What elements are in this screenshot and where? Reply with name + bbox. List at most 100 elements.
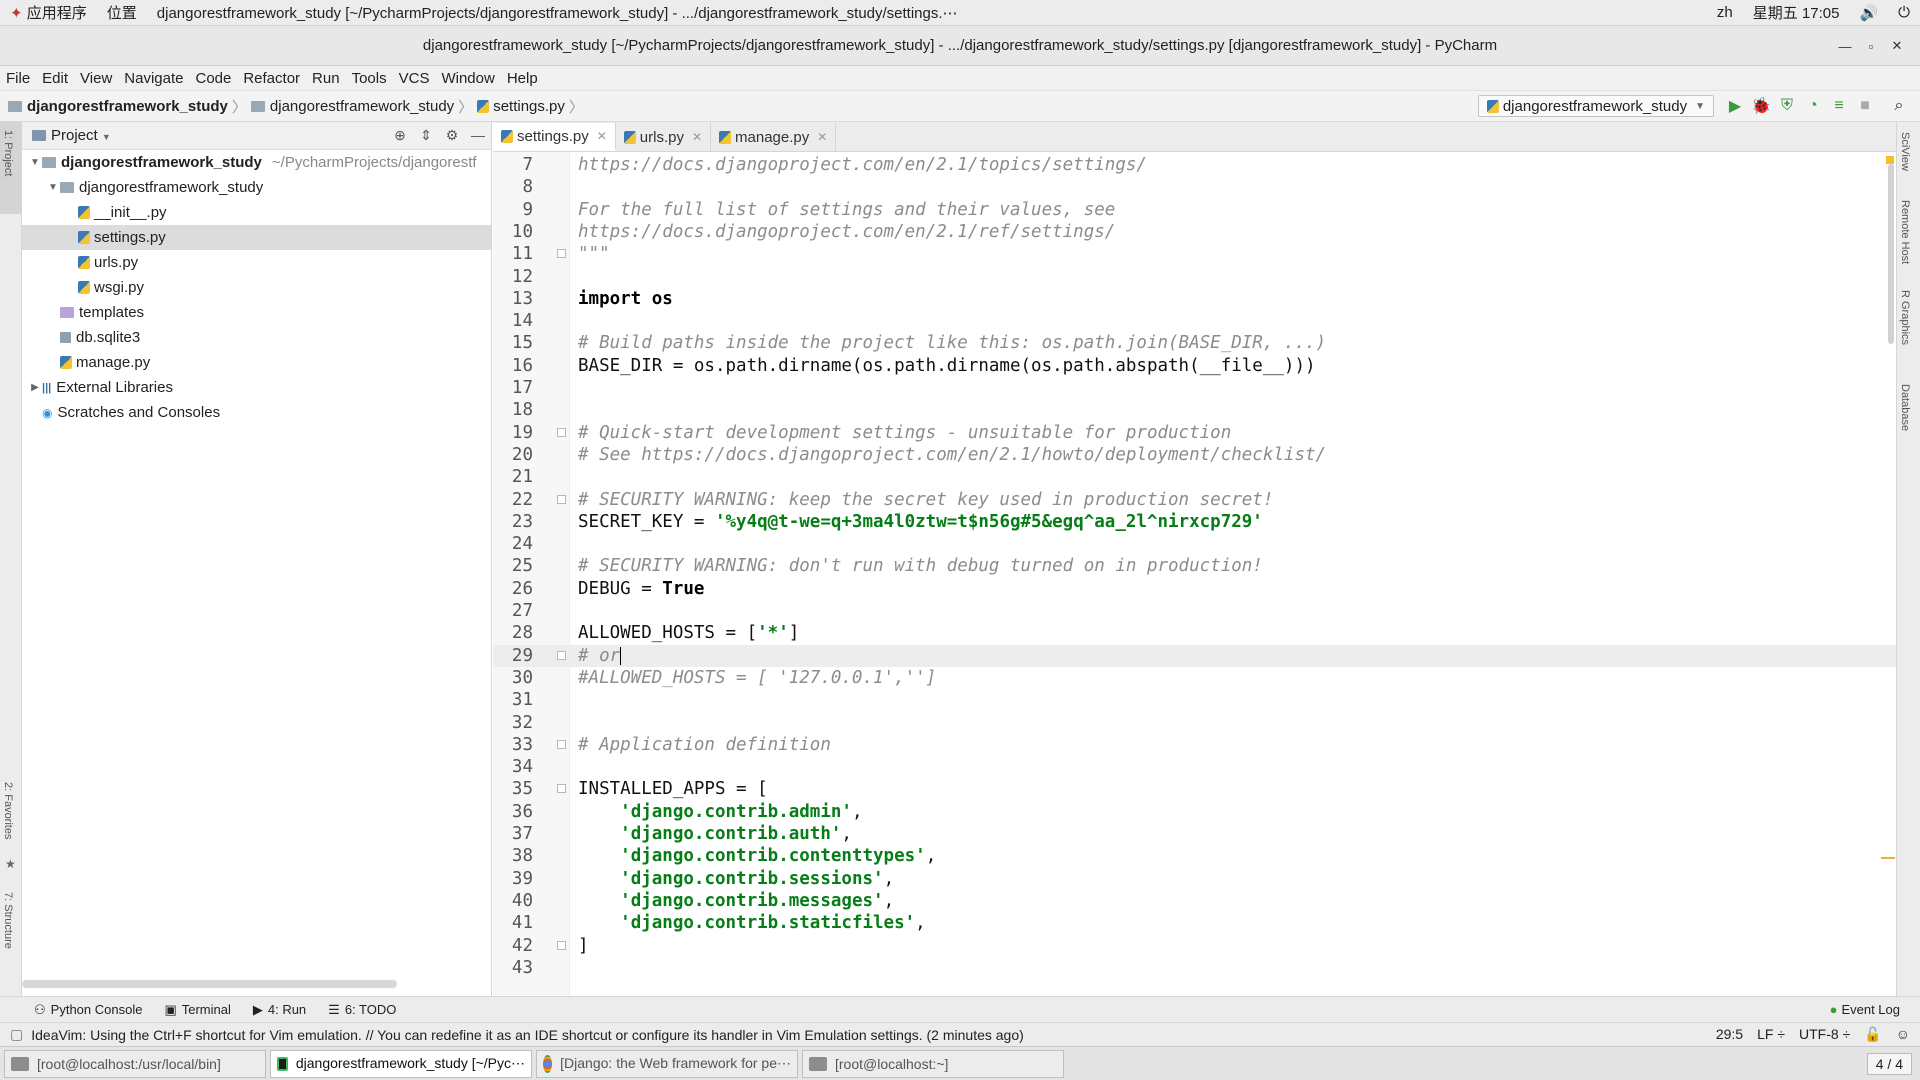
tree-item[interactable]: templates xyxy=(22,300,491,325)
profile-icon[interactable]: ◔ xyxy=(1800,97,1826,115)
code-line[interactable]: 7 https://docs.djangoproject.com/en/2.1/t… xyxy=(493,154,1896,176)
breadcrumb-root[interactable]: djangorestframework_study xyxy=(27,98,228,115)
code-line[interactable]: 16 BASE_DIR = os.path.dirname(os.path.dir… xyxy=(493,355,1896,377)
breadcrumb-folder[interactable]: djangorestframework_study xyxy=(270,98,454,115)
input-language[interactable]: zh xyxy=(1707,4,1743,21)
code-line[interactable]: 21 xyxy=(493,466,1896,488)
tree-item[interactable]: __init__.py xyxy=(22,200,491,225)
favorites-tool-label[interactable]: 2: Favorites xyxy=(2,782,14,839)
menu-file[interactable]: File xyxy=(0,70,36,87)
menu-refactor[interactable]: Refactor xyxy=(237,70,306,87)
tree-item[interactable]: ▼ djangorestframework_study ~/PycharmProje… xyxy=(22,150,491,175)
file-encoding[interactable]: UTF-8 ÷ xyxy=(1799,1026,1850,1043)
code-line[interactable]: 37 'django.contrib.auth', xyxy=(493,823,1896,845)
taskbar-item-terminal-2[interactable]: [root@localhost:~] xyxy=(802,1049,1064,1078)
code-line[interactable]: 33 # Application definition xyxy=(493,734,1896,756)
taskbar-item-browser[interactable]: [Django: the Web framework for pe⋯ xyxy=(536,1049,798,1078)
lock-icon[interactable]: 🔓 xyxy=(1864,1026,1881,1043)
code-line[interactable]: 27 xyxy=(493,600,1896,622)
code-line[interactable]: 17 xyxy=(493,377,1896,399)
debug-icon[interactable]: 🐞 xyxy=(1748,96,1774,116)
horizontal-scrollbar[interactable] xyxy=(22,980,397,988)
power-icon[interactable]: ⏻ xyxy=(1888,4,1920,21)
project-view-select[interactable]: Project ▼ xyxy=(51,127,111,144)
run-tab[interactable]: ▶ 4: Run xyxy=(253,1002,306,1018)
hide-icon[interactable]: — xyxy=(465,127,491,144)
taskbar-item-pycharm[interactable]: djangorestframework_study [~/Pyc⋯ xyxy=(270,1049,532,1078)
chevron-down-icon[interactable]: ▼ xyxy=(46,182,60,193)
fold-marker-icon[interactable] xyxy=(557,739,566,749)
gear-icon[interactable]: ⚙ xyxy=(439,127,465,144)
menu-edit[interactable]: Edit xyxy=(36,70,74,87)
volume-icon[interactable]: 🔊 xyxy=(1849,4,1888,22)
close-tab-icon[interactable]: ✕ xyxy=(817,130,827,144)
menu-code[interactable]: Code xyxy=(189,70,237,87)
project-tool-label[interactable]: 1: Project xyxy=(2,130,14,176)
chevron-right-icon[interactable]: ▶ xyxy=(28,382,42,393)
event-log-tab[interactable]: ● Event Log xyxy=(1830,1002,1900,1017)
locate-icon[interactable]: ⊕ xyxy=(387,127,413,144)
code-line[interactable]: 14 xyxy=(493,310,1896,332)
code-line[interactable]: 11 """ xyxy=(493,243,1896,265)
code-line[interactable]: 30 #ALLOWED_HOSTS = [ '127.0.0.1',''] xyxy=(493,667,1896,689)
concurrency-icon[interactable]: ≡ xyxy=(1826,97,1852,115)
todo-tab[interactable]: ☰ 6: TODO xyxy=(328,1002,396,1018)
status-toggle-icon[interactable]: ▢ xyxy=(10,1026,23,1043)
python-console-tab[interactable]: ⚇ Python Console xyxy=(34,1002,142,1018)
tree-item[interactable]: manage.py xyxy=(22,350,491,375)
code-line[interactable]: 20 # See https://docs.djangoproject.com/e… xyxy=(493,444,1896,466)
line-separator[interactable]: LF ÷ xyxy=(1757,1026,1785,1043)
maximize-icon[interactable]: ▫ xyxy=(1858,39,1884,54)
vertical-scrollbar[interactable] xyxy=(1888,164,1894,344)
code-line[interactable]: 39 'django.contrib.sessions', xyxy=(493,868,1896,890)
tree-item[interactable]: settings.py xyxy=(22,225,491,250)
tree-item[interactable]: urls.py xyxy=(22,250,491,275)
code-editor[interactable]: 7 https://docs.djangoproject.com/en/2.1/t… xyxy=(493,152,1896,996)
clock[interactable]: 星期五 17:05 xyxy=(1743,2,1850,23)
code-line[interactable]: 26 DEBUG = True xyxy=(493,578,1896,600)
code-line[interactable]: 36 'django.contrib.admin', xyxy=(493,801,1896,823)
error-stripe-mark[interactable] xyxy=(1881,857,1895,859)
apps-menu[interactable]: ✦ 应用程序 xyxy=(0,2,97,23)
code-line[interactable]: 19 # Quick-start development settings - u… xyxy=(493,422,1896,444)
analysis-warning-icon[interactable] xyxy=(1886,156,1894,164)
code-line[interactable]: 28 ALLOWED_HOSTS = ['*'] xyxy=(493,622,1896,644)
editor-tab[interactable]: settings.py ✕ xyxy=(493,123,616,151)
coverage-icon[interactable]: ⛨ xyxy=(1774,97,1800,115)
search-everywhere-icon[interactable]: ⌕ xyxy=(1886,97,1912,115)
chevron-down-icon[interactable]: ▼ xyxy=(28,157,42,168)
tree-item[interactable]: ▶ ||| External Libraries xyxy=(22,375,491,400)
collapse-all-icon[interactable]: ⇕ xyxy=(413,127,439,144)
menu-help[interactable]: Help xyxy=(501,70,544,87)
fold-marker-icon[interactable] xyxy=(557,784,566,794)
taskbar-item-terminal-1[interactable]: [root@localhost:/usr/local/bin] xyxy=(4,1049,266,1078)
inspector-icon[interactable]: ☺ xyxy=(1896,1026,1910,1043)
code-line[interactable]: 8 xyxy=(493,176,1896,198)
close-icon[interactable]: ✕ xyxy=(1884,38,1910,54)
code-line[interactable]: 25 # SECURITY WARNING: don't run with deb… xyxy=(493,555,1896,577)
code-line[interactable]: 29 # or xyxy=(493,644,1896,667)
code-line[interactable]: 15 # Build paths inside the project like … xyxy=(493,332,1896,354)
run-configuration-select[interactable]: djangorestframework_study ▼ xyxy=(1477,95,1714,117)
run-icon[interactable]: ▶ xyxy=(1722,96,1748,116)
code-line[interactable]: 18 xyxy=(493,399,1896,421)
menu-window[interactable]: Window xyxy=(435,70,500,87)
tree-item[interactable]: db.sqlite3 xyxy=(22,325,491,350)
code-line[interactable]: 41 'django.contrib.staticfiles', xyxy=(493,912,1896,934)
tree-item[interactable]: wsgi.py xyxy=(22,275,491,300)
workspace-pager[interactable]: 4 / 4 xyxy=(1866,1052,1912,1075)
minimize-icon[interactable]: — xyxy=(1832,39,1858,54)
fold-marker-icon[interactable] xyxy=(557,249,566,259)
code-line[interactable]: 42] xyxy=(493,935,1896,957)
code-line[interactable]: 32 xyxy=(493,712,1896,734)
structure-tool-label[interactable]: 7: Structure xyxy=(2,892,14,949)
code-line[interactable]: 34 xyxy=(493,756,1896,778)
code-line[interactable]: 38 'django.contrib.contenttypes', xyxy=(493,845,1896,867)
close-tab-icon[interactable]: ✕ xyxy=(692,130,702,144)
tree-item[interactable]: ◉ Scratches and Consoles xyxy=(22,400,491,425)
editor-tab[interactable]: manage.py ✕ xyxy=(711,123,837,151)
r-graphics-tool-label[interactable]: R Graphics xyxy=(1899,290,1911,345)
tree-item[interactable]: ▼ djangorestframework_study xyxy=(22,175,491,200)
places-menu[interactable]: 位置 xyxy=(97,2,147,23)
code-line[interactable]: 23 SECRET_KEY = '%y4q@t-we=q+3ma4l0ztw=t$… xyxy=(493,511,1896,533)
